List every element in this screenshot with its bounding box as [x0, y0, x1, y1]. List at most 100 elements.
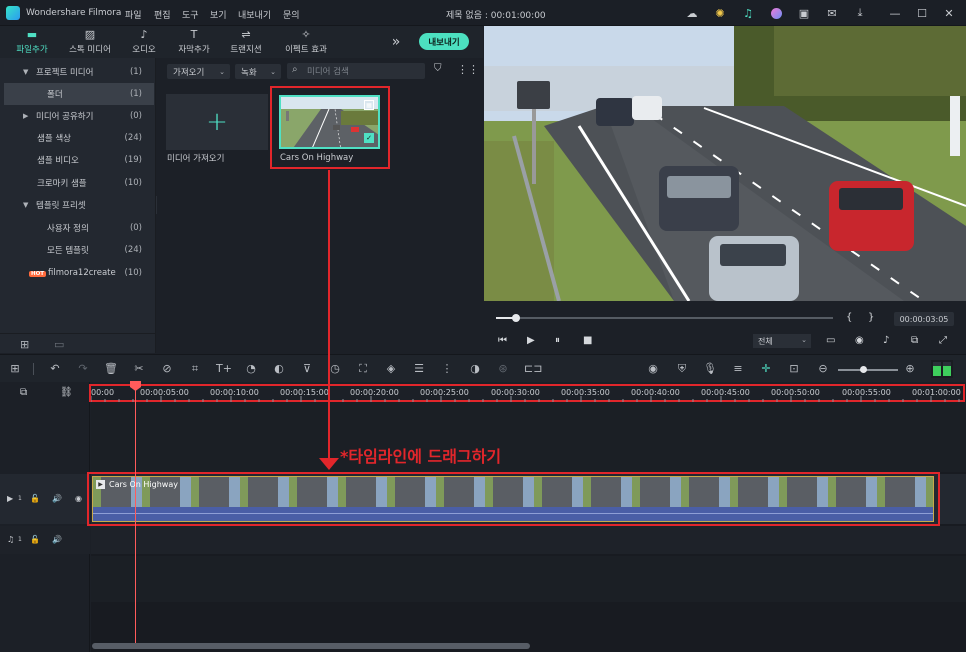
voiceover-icon[interactable]: ≡ [731, 363, 745, 375]
sidebar-item-chroma-key[interactable]: 크로마키 샘플 (10) [0, 172, 154, 194]
mute-icon[interactable]: 🔊 [52, 535, 62, 544]
close-icon[interactable]: ✕ [942, 6, 956, 20]
sidebar-item-project-media[interactable]: ▼ 프로젝트 미디어 (1) [0, 61, 154, 83]
keyframe-icon[interactable]: ⊽ [300, 363, 314, 375]
grid-view-icon[interactable]: ⋮⋮ [457, 63, 479, 76]
audio-meter-icon[interactable] [931, 360, 953, 378]
quality-select[interactable]: 전체 ⌄ [753, 334, 811, 348]
stop-icon[interactable]: ■ [583, 335, 592, 346]
delete-icon[interactable]: 🗑 [104, 363, 118, 375]
timer-icon[interactable]: ◷ [328, 363, 342, 375]
audio-track-lane[interactable] [91, 526, 966, 554]
progress-handle[interactable] [512, 314, 520, 322]
tab-import[interactable]: ▬ 파일추가 [10, 26, 54, 58]
mark-in-icon[interactable]: { [846, 312, 852, 323]
link-icon[interactable]: ⛓ [60, 387, 73, 398]
import-media-tile[interactable]: + [166, 94, 268, 150]
mask-icon[interactable]: ◈ [384, 363, 398, 375]
lock-icon[interactable]: 🔓 [30, 494, 40, 503]
audio-wave-icon[interactable]: ⋮ [440, 363, 454, 375]
export-button[interactable]: 내보내기 [419, 33, 469, 50]
crop-icon[interactable]: ⌗ [188, 363, 202, 375]
tab-transitions[interactable]: ⇌ 트랜지션 [224, 26, 268, 58]
sidebar-item-custom[interactable]: 사용자 정의 (0) [0, 217, 154, 239]
shield-icon[interactable]: ⛨ [675, 363, 689, 375]
menu-edit[interactable]: 편집 [154, 8, 171, 21]
sidebar-item-shared-media[interactable]: ▶ 미디어 공유하기 (0) [0, 105, 154, 127]
layout-icon[interactable]: ⊞ [8, 363, 22, 375]
render-icon[interactable]: ◉ [646, 363, 660, 375]
prev-frame-icon[interactable]: ⏮ [498, 335, 507, 346]
mark-out-icon[interactable]: } [868, 312, 874, 323]
more-tools-icon[interactable]: ⊏⊐ [524, 363, 542, 375]
tag-icon[interactable]: ⊘ [160, 363, 174, 375]
speed-icon[interactable]: ◔ [244, 363, 258, 375]
sidebar-item-sample-videos[interactable]: 샘플 비디오 (19) [0, 149, 154, 171]
media-clip-thumbnail[interactable]: ▦ ✓ [279, 95, 380, 149]
zoom-in-icon[interactable]: ⊕ [903, 363, 917, 375]
sidebar-item-all-templates[interactable]: 모든 템플릿 (24) [0, 239, 154, 261]
sidebar-item-folder[interactable]: 폴더 (1) [4, 83, 154, 105]
headset-icon[interactable]: ♫ [741, 6, 755, 20]
eye-icon[interactable]: ◉ [75, 494, 82, 503]
video-preview[interactable] [484, 26, 966, 301]
playhead-line[interactable] [135, 383, 136, 645]
collapse-arrow-icon[interactable]: ▼ [23, 201, 28, 209]
sidebar-item-filmora12create[interactable]: HOT filmora12create (10) [0, 262, 154, 284]
add-text-icon[interactable]: T+ [216, 363, 232, 375]
play-icon[interactable]: ▶ [527, 335, 535, 346]
menu-view[interactable]: 보기 [210, 8, 227, 21]
download-icon[interactable]: ⤓ [853, 6, 867, 20]
fit-icon[interactable]: ⛶ [356, 363, 370, 375]
timeline-video-clip[interactable]: ▶ Cars On Highway [92, 476, 934, 522]
mute-icon[interactable]: 🔊 [52, 494, 62, 503]
stabilize-icon[interactable]: ⊛ [496, 363, 510, 375]
playback-progress-track[interactable] [496, 317, 833, 319]
filter-icon[interactable]: ⛉ [434, 63, 442, 74]
avatar-icon[interactable] [769, 6, 783, 20]
mail-icon[interactable]: ✉ [825, 6, 839, 20]
fullscreen-icon[interactable]: ⤢ [939, 335, 947, 346]
minimize-icon[interactable]: — [888, 6, 902, 20]
add-track-icon[interactable]: ⧉ [20, 387, 27, 398]
snap-icon[interactable]: ✛ [759, 363, 773, 375]
pause-icon[interactable]: ⏸ [555, 335, 560, 346]
redo-icon[interactable]: ↷ [76, 363, 90, 375]
collapse-arrow-icon[interactable]: ▼ [23, 68, 28, 76]
zoom-out-icon[interactable]: ⊖ [816, 363, 830, 375]
menu-help[interactable]: 문의 [283, 8, 300, 21]
maximize-icon[interactable]: ☐ [915, 6, 929, 20]
tab-audio[interactable]: ♪ 오디오 [126, 26, 162, 58]
lock-icon[interactable]: 🔓 [30, 535, 40, 544]
expand-arrow-icon[interactable]: ▶ [23, 112, 28, 120]
sidebar-item-sample-colors[interactable]: 샘플 색상 (24) [0, 127, 154, 149]
save-icon[interactable]: ▣ [797, 6, 811, 20]
tab-titles[interactable]: T 자막추가 [172, 26, 216, 58]
tab-effects[interactable]: ✧ 이펙트 효과 [280, 26, 332, 58]
motion-icon[interactable]: ◑ [468, 363, 482, 375]
snapshot-icon[interactable]: ◉ [855, 335, 864, 346]
folder-outline-icon[interactable]: ▭ [54, 338, 64, 351]
adjust-icon[interactable]: ☰ [412, 363, 426, 375]
color-icon[interactable]: ◐ [272, 363, 286, 375]
cut-icon[interactable]: ✂ [132, 363, 146, 375]
search-input[interactable]: ⌕ 미디어 검색 [287, 63, 425, 79]
zoom-slider-handle[interactable] [860, 366, 867, 373]
empty-track-lane[interactable] [91, 402, 966, 472]
import-dropdown[interactable]: 가져오기 ⌄ [167, 64, 230, 79]
bulb-icon[interactable]: ✺ [713, 6, 727, 20]
undo-icon[interactable]: ↶ [48, 363, 62, 375]
display-icon[interactable]: ▭ [826, 335, 835, 346]
cloud-icon[interactable]: ☁ [685, 6, 699, 20]
sidebar-item-template-presets[interactable]: ▼ 템플릿 프리셋 [0, 194, 154, 216]
timeline-horizontal-scrollbar[interactable] [92, 643, 530, 649]
microphone-icon[interactable]: 🎙 [703, 363, 717, 375]
menu-tools[interactable]: 도구 [182, 8, 199, 21]
pip-icon[interactable]: ⧉ [911, 335, 918, 346]
empty-track-lane[interactable] [91, 556, 966, 602]
menu-file[interactable]: 파일 [125, 8, 142, 21]
tab-stock-media[interactable]: ▨ 스톡 미디어 [63, 26, 117, 58]
new-folder-icon[interactable]: ⊞ [20, 338, 29, 351]
zoom-fit-icon[interactable]: ⊡ [787, 363, 801, 375]
record-dropdown[interactable]: 녹화 ⌄ [235, 64, 281, 79]
